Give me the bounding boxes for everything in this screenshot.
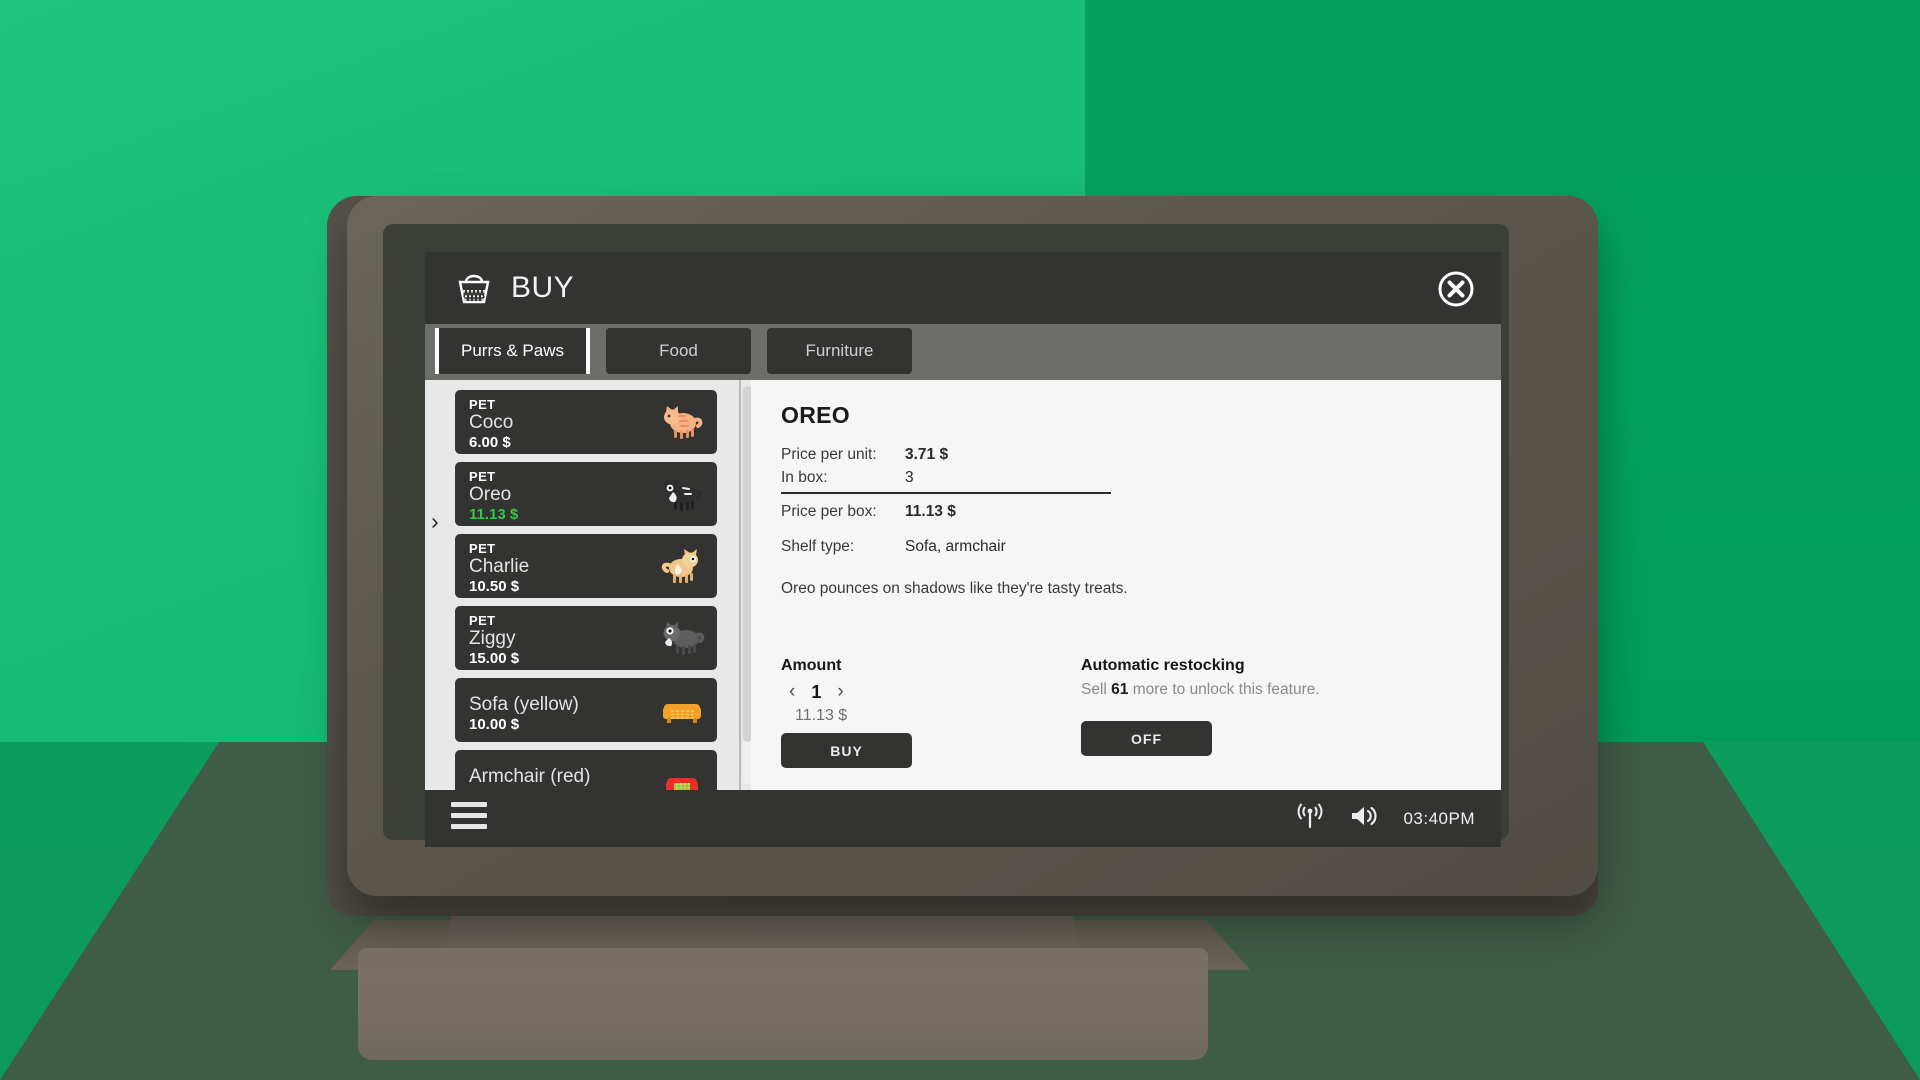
tab-label: Purrs & Paws [461, 341, 564, 360]
tab-food[interactable]: Food [605, 328, 751, 374]
chevron-right-icon[interactable]: › [837, 681, 843, 703]
buy-button[interactable]: BUY [781, 733, 912, 768]
spec-divider [781, 492, 1111, 494]
amount-total-price: 11.13 $ [795, 707, 848, 724]
selected-item-caret-icon: › [431, 508, 439, 534]
chevron-left-icon[interactable]: ‹ [789, 681, 795, 703]
spec-row: Shelf type: Sofa, armchair [781, 535, 1111, 558]
monitor-base [358, 948, 1208, 1060]
yellow-sofa-icon [659, 688, 705, 732]
spec-row: Price per box: 11.13 $ [781, 500, 1111, 523]
list-divider [739, 380, 752, 790]
orange-cat-icon [659, 400, 705, 444]
restocking-hint: Sell 61 more to unlock this feature. [1081, 681, 1401, 699]
spec-key: Price per unit: [781, 446, 877, 463]
app-screen: BUY Purrs & Paws Food Furniture › PET Co… [425, 252, 1501, 847]
tab-label: Furniture [805, 341, 874, 360]
item-detail-panel: OREO Price per unit: 3.71 $ In box: 3 Pr… [751, 380, 1501, 790]
shopping-basket-icon [455, 270, 493, 306]
restocking-label: Automatic restocking [1081, 657, 1245, 674]
spec-row: In box: 3 [781, 466, 1111, 489]
window-titlebar: BUY [425, 252, 1501, 324]
taskbar-clock: 03:40PM [1403, 808, 1475, 828]
spec-key: In box: [781, 469, 828, 486]
tab-label: Food [659, 341, 698, 360]
catalog-list-scroll: PET Coco 6.00 $ PET Oreo 11.13 $ PET Cha… [455, 390, 717, 814]
spec-value: 3.71 $ [905, 446, 949, 463]
spec-key: Shelf type: [781, 538, 855, 555]
system-taskbar: 03:40PM [425, 790, 1501, 847]
amount-section: Amount ‹ 1 › 11.13 $ BUY [781, 657, 1081, 768]
list-item[interactable]: PET Ziggy 15.00 $ [455, 606, 717, 670]
automatic-restocking-section: Automatic restocking Sell 61 more to unl… [1081, 657, 1401, 768]
spec-key: Price per box: [781, 503, 877, 520]
black-white-cat-icon [659, 472, 705, 516]
content-area: › PET Coco 6.00 $ PET Oreo 11.13 $ PET C… [425, 380, 1501, 814]
spec-value: 11.13 $ [905, 503, 956, 520]
quantity-value: 1 [811, 681, 822, 702]
divider-line [739, 380, 741, 790]
spec-value: Sofa, armchair [905, 538, 1006, 555]
restocking-toggle-button[interactable]: OFF [1081, 721, 1212, 756]
category-tabbar: Purrs & Paws Food Furniture [425, 324, 1501, 380]
list-item[interactable]: Sofa (yellow) 10.00 $ [455, 678, 717, 742]
catalog-list: › PET Coco 6.00 $ PET Oreo 11.13 $ PET C… [425, 380, 739, 814]
list-item[interactable]: PET Oreo 11.13 $ [455, 462, 717, 526]
amount-label: Amount [781, 657, 842, 674]
wifi-broadcast-icon[interactable] [1295, 802, 1325, 835]
tab-furniture[interactable]: Furniture [766, 328, 912, 374]
list-item[interactable]: PET Coco 6.00 $ [455, 390, 717, 454]
spec-row: Price per unit: 3.71 $ [781, 443, 1111, 466]
restocking-hint-suffix: more to unlock this feature. [1128, 681, 1320, 698]
list-item[interactable]: PET Charlie 10.50 $ [455, 534, 717, 598]
detail-spec-table: Price per unit: 3.71 $ In box: 3 Price p… [781, 443, 1111, 558]
system-tray: 03:40PM [1295, 802, 1475, 835]
close-icon[interactable] [1437, 270, 1475, 308]
spec-value: 3 [905, 469, 914, 486]
grey-cat-icon [659, 616, 705, 660]
tab-purrs-and-paws[interactable]: Purrs & Paws [435, 328, 590, 374]
speaker-volume-icon[interactable] [1349, 803, 1379, 834]
restocking-hint-count: 61 [1111, 681, 1129, 698]
tan-cat-icon [659, 544, 705, 588]
detail-title: OREO [781, 402, 850, 428]
restocking-hint-prefix: Sell [1081, 681, 1112, 698]
quantity-stepper: ‹ 1 › [781, 681, 1081, 703]
window-title: BUY [511, 271, 575, 304]
item-description: Oreo pounces on shadows like they're tas… [781, 580, 1128, 597]
hamburger-menu-icon[interactable] [451, 802, 487, 835]
purchase-controls: Amount ‹ 1 › 11.13 $ BUY Automatic resto… [781, 657, 1421, 768]
